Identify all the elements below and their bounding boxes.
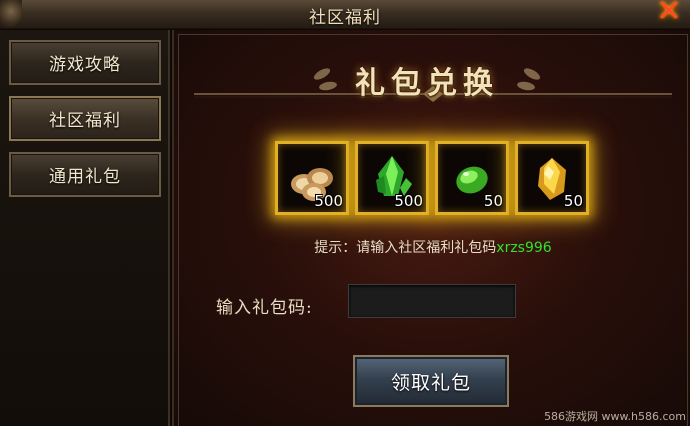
sidebar: 游戏攻略 社区福利 通用礼包 xyxy=(0,30,170,426)
reward-slot[interactable]: 50 xyxy=(435,141,509,215)
reward-quantity: 50 xyxy=(563,192,583,210)
reward-slot[interactable]: 500 xyxy=(275,141,349,215)
reward-quantity: 500 xyxy=(394,192,423,210)
banner: 礼包兑换 xyxy=(312,50,542,110)
reward-slot[interactable]: 50 xyxy=(515,141,589,215)
gift-code-input[interactable] xyxy=(348,284,516,318)
close-icon[interactable]: ✕ xyxy=(652,0,686,29)
sidebar-item-guide[interactable]: 游戏攻略 xyxy=(9,40,161,85)
hint-prefix: 提示：请输入社区福利礼包码 xyxy=(314,240,497,256)
window-title: 社区福利 xyxy=(309,8,381,28)
sidebar-item-general-gift[interactable]: 通用礼包 xyxy=(9,152,161,197)
watermark: 586游戏网 www.h586.com xyxy=(544,410,686,423)
redeem-button[interactable]: 领取礼包 xyxy=(353,355,509,407)
gift-code-label: 输入礼包码: xyxy=(216,298,313,318)
reward-quantity: 500 xyxy=(314,192,343,210)
title-bar: 社区福利 xyxy=(0,0,690,29)
sidebar-item-community[interactable]: 社区福利 xyxy=(9,96,161,141)
main-panel: 礼包兑换 500 500 50 50 提示：请输入社区福利礼包码xrzs996 … xyxy=(172,30,690,426)
banner-title: 礼包兑换 xyxy=(355,66,499,101)
reward-slot[interactable]: 500 xyxy=(355,141,429,215)
hint-code: xrzs996 xyxy=(496,240,552,256)
hint-text: 提示：请输入社区福利礼包码xrzs996 xyxy=(174,237,690,257)
reward-quantity: 50 xyxy=(483,192,503,210)
